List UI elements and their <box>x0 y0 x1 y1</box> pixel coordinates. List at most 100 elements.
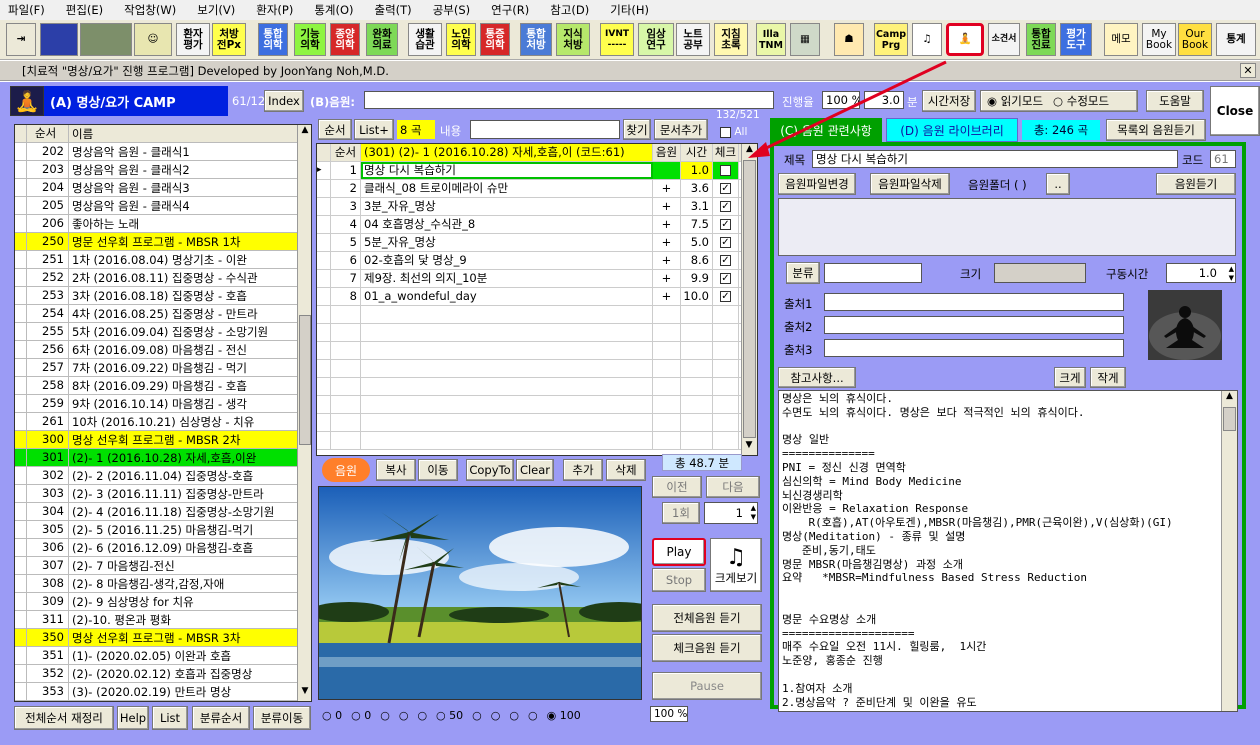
tb-mybook[interactable]: My Book <box>1142 23 1176 56</box>
song-title[interactable]: 5분_자유_명상 <box>361 234 653 251</box>
listplus-button[interactable]: List+ <box>354 119 394 140</box>
all-checkbox[interactable]: ✓ All <box>720 126 747 138</box>
order-button[interactable]: 순서 <box>318 119 352 140</box>
checked-checkbox-icon[interactable]: ✓ <box>720 291 731 302</box>
smaller-button[interactable]: 작게 <box>1090 367 1126 388</box>
list-item[interactable]: 250 명문 선우회 프로그램 - MBSR 1차 <box>15 233 311 251</box>
list-item[interactable]: 259 9차 (2016.10.14) 마음챙김 - 생각 <box>15 395 311 413</box>
source1-field[interactable] <box>824 293 1124 311</box>
bigview-button[interactable]: ♫ 크게보기 <box>710 538 762 592</box>
pause-button[interactable]: Pause <box>652 672 762 700</box>
list-scrollbar[interactable]: ▲ ▼ <box>297 125 311 701</box>
list-item[interactable]: 352 (2)- (2020.02.12) 호흡과 집중명상 <box>15 665 311 683</box>
row-selector[interactable] <box>15 251 27 268</box>
grid-col-check[interactable]: 체크 <box>713 144 739 161</box>
copy-button[interactable]: 복사 <box>376 459 416 481</box>
row-selector[interactable] <box>15 359 27 376</box>
prev-button[interactable]: 이전 <box>652 476 702 498</box>
exit-icon[interactable]: ⇥ <box>6 23 36 56</box>
file-delete-button[interactable]: 음원파일삭제 <box>870 173 950 195</box>
list-item[interactable]: 305 (2)- 5 (2016.11.25) 마음챙김-먹기 <box>15 521 311 539</box>
checked-checkbox-icon[interactable]: ✓ <box>720 237 731 248</box>
notes-scroll-up-icon[interactable]: ▲ <box>1222 391 1237 406</box>
list-item[interactable]: 254 4차 (2016.08.25) 집중명상 - 만트라 <box>15 305 311 323</box>
reorder-all-button[interactable]: 전체순서 재정리 <box>14 706 114 730</box>
notes-scroll-thumb[interactable] <box>1223 407 1236 431</box>
table-row[interactable]: 8 01_a_wondeful_day +10.0 ✓ <box>317 288 757 306</box>
outside-listen-button[interactable]: 목록외 음원듣기 <box>1106 119 1206 141</box>
notes-scrollbar[interactable]: ▲ <box>1221 391 1237 711</box>
song-check[interactable]: ✓ <box>713 216 739 233</box>
grid-col-music[interactable]: 음원 <box>653 144 681 161</box>
table-row[interactable]: ▸ 1 명상 다시 복습하기 1.0 <box>317 162 757 180</box>
checked-checkbox-icon[interactable]: ✓ <box>720 255 731 266</box>
music-field[interactable] <box>364 91 774 109</box>
row-selector[interactable] <box>15 323 27 340</box>
vol-radio-4[interactable]: ○ <box>417 709 427 722</box>
index-button[interactable]: Index <box>264 90 304 112</box>
row-selector[interactable] <box>317 234 331 251</box>
row-selector[interactable] <box>15 611 27 628</box>
list-item[interactable]: 255 5차 (2016.09.04) 집중명상 - 소망기원 <box>15 323 311 341</box>
song-title[interactable]: 제9장. 최선의 의지_10분 <box>361 270 653 287</box>
person-icon[interactable]: ☗ <box>834 23 864 56</box>
row-selector[interactable] <box>15 575 27 592</box>
landscape-icon[interactable] <box>80 23 132 56</box>
list-item[interactable]: 204 명상음악 음원 - 클래식3 <box>15 179 311 197</box>
list-item[interactable]: 353 (3)- (2020.02.19) 만트라 명상 <box>15 683 311 701</box>
read-mode-radio[interactable]: ◉ 읽기모드 <box>987 93 1043 109</box>
find-button[interactable]: 찾기 <box>623 119 651 140</box>
vol-radio-7[interactable]: ○ <box>491 709 501 722</box>
tb-knowledge-rx[interactable]: 지식 처방 <box>556 23 590 56</box>
menu-item[interactable]: 작업창(W) <box>124 2 176 18</box>
row-selector[interactable] <box>15 467 27 484</box>
tb-prescription[interactable]: 처방 전Px <box>212 23 246 56</box>
row-selector[interactable] <box>15 233 27 250</box>
tb-geriatrics[interactable]: 노인 의학 <box>446 23 476 56</box>
table-row[interactable]: 6 02-호흡의 닻 명상_9 +8.6 ✓ <box>317 252 757 270</box>
row-selector[interactable] <box>15 305 27 322</box>
play-button[interactable]: Play <box>652 538 706 566</box>
checked-checkbox-icon[interactable]: ✓ <box>720 201 731 212</box>
close-button[interactable]: Close <box>1210 86 1260 136</box>
tb-integrated-rx[interactable]: 통합 처방 <box>520 23 552 56</box>
row-selector[interactable] <box>15 413 27 430</box>
grid-scroll-down-icon[interactable]: ▼ <box>742 440 756 455</box>
song-grid[interactable]: 순서 (301) (2)- 1 (2016.10.28) 자세,호흡,이 (코드… <box>316 143 758 456</box>
help-small-button[interactable]: Help <box>117 706 149 730</box>
row-selector[interactable] <box>15 377 27 394</box>
row-selector[interactable] <box>15 287 27 304</box>
tab-library[interactable]: (D) 음원 라이브러리 <box>886 118 1018 142</box>
notes-textarea[interactable]: 명상은 뇌의 휴식이다. 수면도 뇌의 휴식이다. 명상은 보다 적극적인 뇌의… <box>778 390 1238 712</box>
row-selector[interactable] <box>15 647 27 664</box>
row-selector[interactable] <box>317 198 331 215</box>
table-row[interactable]: 4 04 호흡명상_수식관_8 +7.5 ✓ <box>317 216 757 234</box>
col-name-header[interactable]: 이름 <box>69 126 93 142</box>
tb-functional[interactable]: 기능 의학 <box>294 23 326 56</box>
list-item[interactable]: 308 (2)- 8 마음챙김-생각,감정,자애 <box>15 575 311 593</box>
menu-item[interactable]: 공부(S) <box>433 2 470 18</box>
song-check[interactable]: ✓ <box>713 270 739 287</box>
row-selector[interactable] <box>15 143 27 160</box>
scroll-up-icon[interactable]: ▲ <box>298 125 311 140</box>
row-selector[interactable] <box>15 431 27 448</box>
runtime-spinner[interactable]: 1.0 ▲ ▼ <box>1166 263 1236 283</box>
list-item[interactable]: 309 (2)- 9 심상명상 for 치유 <box>15 593 311 611</box>
checked-checkbox-icon[interactable]: ✓ <box>720 219 731 230</box>
tb-oncology[interactable]: 종양 의학 <box>330 23 360 56</box>
menu-item[interactable]: 출력(T) <box>375 2 412 18</box>
copyto-button[interactable]: CopyTo <box>466 459 514 481</box>
grid-scrollbar[interactable]: ▲ ▼ <box>741 144 757 455</box>
menu-item[interactable]: 통계(O) <box>314 2 353 18</box>
table-row[interactable]: 5 5분_자유_명상 +5.0 ✓ <box>317 234 757 252</box>
minutes-field[interactable]: 3.0 <box>864 91 904 109</box>
song-title[interactable]: 3분_자유_명상 <box>361 198 653 215</box>
vol-radio-10[interactable]: ◉ 100 <box>547 709 581 722</box>
list-item[interactable]: 351 (1)- (2020.02.05) 이완과 호흡 <box>15 647 311 665</box>
row-selector[interactable] <box>15 503 27 520</box>
tb-ivnt[interactable]: IVNT ----- <box>600 23 634 56</box>
row-selector[interactable] <box>317 252 331 269</box>
list-item[interactable]: 251 1차 (2016.08.04) 명상기초 - 이완 <box>15 251 311 269</box>
vol-radio-2[interactable]: ○ <box>380 709 390 722</box>
doctor-icon[interactable]: ☺ <box>134 23 172 56</box>
